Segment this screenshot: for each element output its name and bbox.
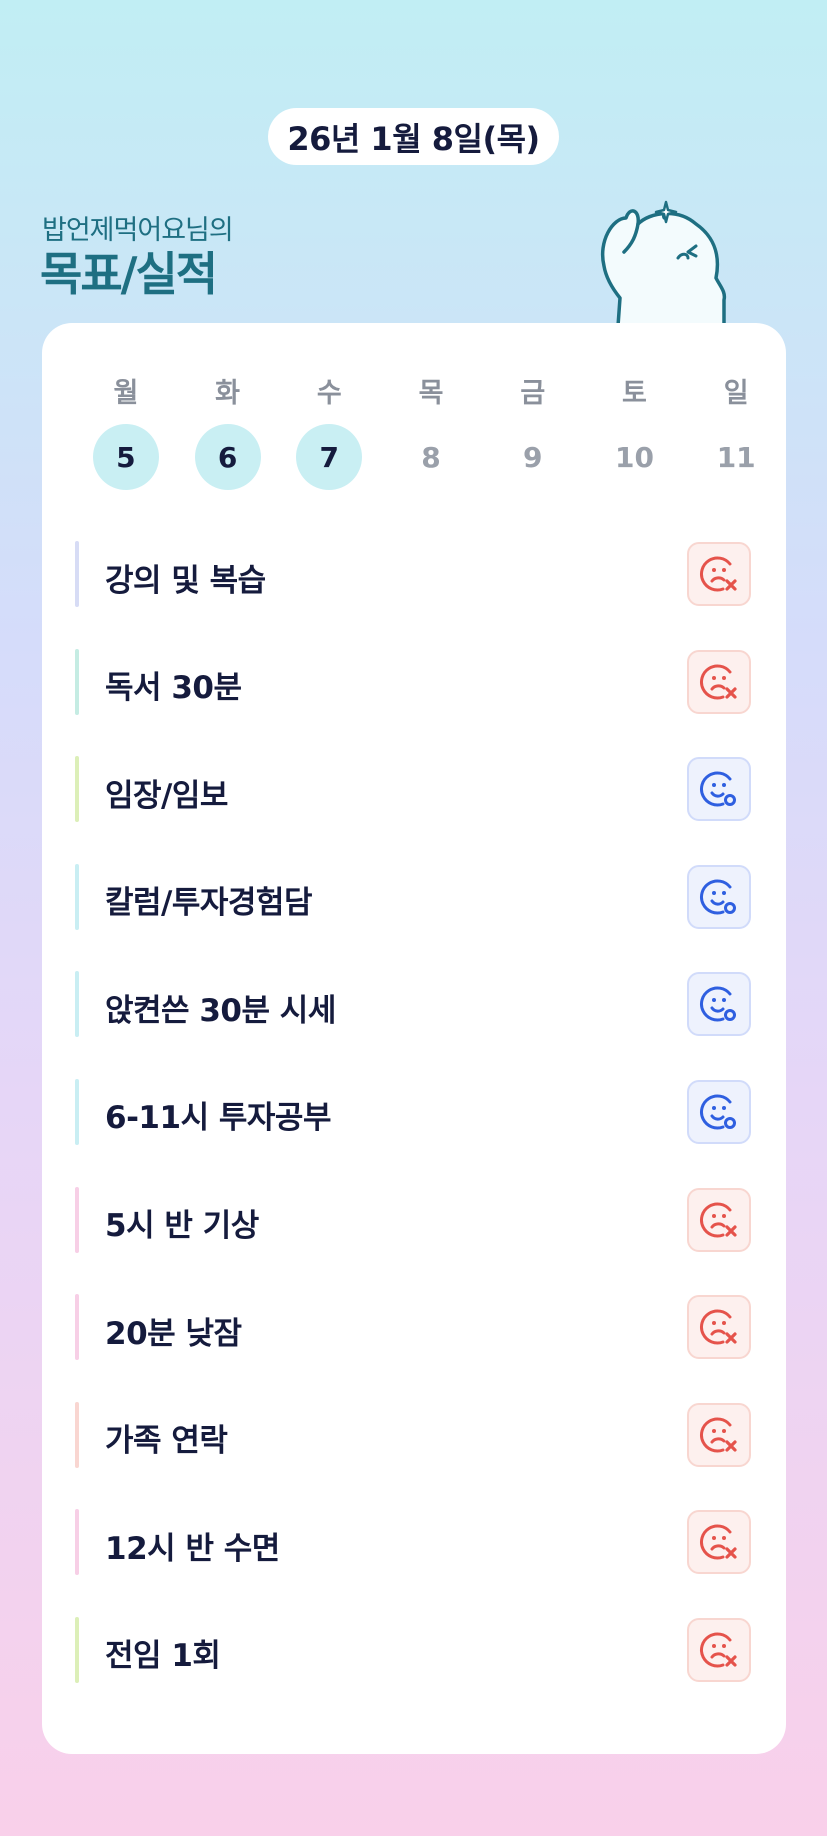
day-name: 금: [520, 378, 546, 409]
day-number: 8: [421, 440, 441, 474]
status-fail-button[interactable]: [687, 1295, 751, 1360]
status-fail-button[interactable]: [687, 1510, 751, 1575]
goal-color-bar: [75, 971, 79, 1038]
day-name: 수: [316, 378, 342, 409]
goal-label: 전임 1회: [105, 1638, 221, 1675]
goal-label: 5시 반 기상: [105, 1208, 259, 1245]
sad-face-x-icon: [700, 1202, 737, 1238]
day-number: 11: [716, 440, 756, 474]
goal-list: 강의 및 복습독서 30분임장/임보칼럼/투자경험담앉켠쓴 30분 시세 6-11…: [75, 541, 751, 1725]
goal-label: 6-11시 투자공부: [105, 1100, 331, 1137]
day-name: 월: [113, 378, 139, 409]
goal-label: 칼럼/투자경험담: [105, 885, 312, 922]
goal-label: 가족 연락: [105, 1423, 228, 1460]
goal-row[interactable]: 20분 낮잠: [75, 1294, 751, 1361]
goal-label: 12시 반 수면: [105, 1530, 280, 1567]
goal-color-bar: [75, 863, 79, 930]
goal-row[interactable]: 가족 연락: [75, 1401, 751, 1468]
goal-row[interactable]: 5시 반 기상: [75, 1186, 751, 1253]
status-fail-button[interactable]: [687, 1402, 751, 1467]
day-name: 화: [215, 378, 240, 409]
status-fail-button[interactable]: [687, 542, 751, 606]
goal-label: 임장/임보: [105, 777, 228, 814]
goal-row[interactable]: 전임 1회: [75, 1616, 751, 1683]
day-tue[interactable]: 화 6: [177, 377, 279, 490]
goal-row[interactable]: 12시 반 수면: [75, 1509, 751, 1576]
sad-face-x-icon: [700, 1632, 737, 1668]
day-fri[interactable]: 금 9: [482, 377, 584, 490]
day-number: 6: [194, 424, 261, 490]
smile-face-o-icon: [700, 1094, 736, 1130]
goal-color-bar: [75, 648, 79, 715]
day-mon[interactable]: 월 5: [75, 377, 177, 490]
sad-face-x-icon: [700, 556, 737, 592]
page-title: 목표/실적: [40, 247, 218, 301]
status-fail-button[interactable]: [687, 1187, 751, 1252]
status-fail-button[interactable]: [687, 1617, 751, 1682]
week-strip: 월 5 화 6 수 7 목 8 금 9 토 10 일 11: [75, 377, 787, 490]
sad-face-x-icon: [700, 664, 737, 700]
day-number: 7: [296, 424, 363, 490]
goal-row[interactable]: 강의 및 복습: [75, 541, 751, 607]
day-number: 5: [92, 424, 159, 490]
current-date: 26년 1월 8일(목): [287, 119, 540, 158]
goal-row[interactable]: 임장/임보: [75, 756, 751, 823]
smile-face-o-icon: [700, 771, 736, 807]
goal-color-bar: [75, 1616, 79, 1683]
mascot-illustration: [600, 200, 727, 326]
goal-color-bar: [75, 1078, 79, 1145]
day-wed[interactable]: 수 7: [278, 377, 380, 490]
goal-color-bar: [75, 541, 79, 607]
goal-color-bar: [75, 1186, 79, 1253]
goal-color-bar: [75, 1509, 79, 1576]
day-number: 9: [522, 440, 543, 474]
sad-face-x-icon: [700, 1417, 737, 1453]
status-done-button[interactable]: [687, 1079, 751, 1144]
sad-face-x-icon: [700, 1309, 737, 1345]
goal-label: 20분 낮잠: [105, 1315, 242, 1352]
goal-row[interactable]: 칼럼/투자경험담: [75, 863, 751, 930]
smile-face-o-icon: [700, 879, 736, 915]
sad-face-x-icon: [700, 1524, 737, 1560]
goal-label: 강의 및 복습: [105, 562, 266, 599]
status-fail-button[interactable]: [687, 649, 751, 714]
date-pill[interactable]: 26년 1월 8일(목): [268, 108, 559, 165]
goal-color-bar: [75, 1401, 79, 1468]
goal-color-bar: [75, 1294, 79, 1361]
day-thu[interactable]: 목 8: [380, 377, 482, 490]
status-done-button[interactable]: [687, 864, 751, 929]
day-sat[interactable]: 토 10: [584, 377, 686, 490]
smile-face-o-icon: [700, 986, 736, 1022]
goal-label: 독서 30분: [105, 670, 242, 707]
goal-row[interactable]: 독서 30분: [75, 648, 751, 715]
day-name: 토: [622, 378, 647, 409]
goal-row[interactable]: 앉켠쓴 30분 시세: [75, 971, 751, 1038]
goal-label: 앉켠쓴 30분 시세: [105, 992, 336, 1029]
goal-color-bar: [75, 756, 79, 823]
day-number: 10: [614, 440, 654, 474]
day-sun[interactable]: 일 11: [685, 377, 787, 490]
status-done-button[interactable]: [687, 972, 751, 1037]
status-done-button[interactable]: [687, 757, 751, 822]
day-name: 일: [723, 378, 749, 409]
day-name: 목: [418, 378, 444, 409]
goal-row[interactable]: 6-11시 투자공부: [75, 1078, 751, 1145]
goal-card: 월 5 화 6 수 7 목 8 금 9 토 10 일 11 강의 및 복습독서 …: [42, 323, 786, 1754]
